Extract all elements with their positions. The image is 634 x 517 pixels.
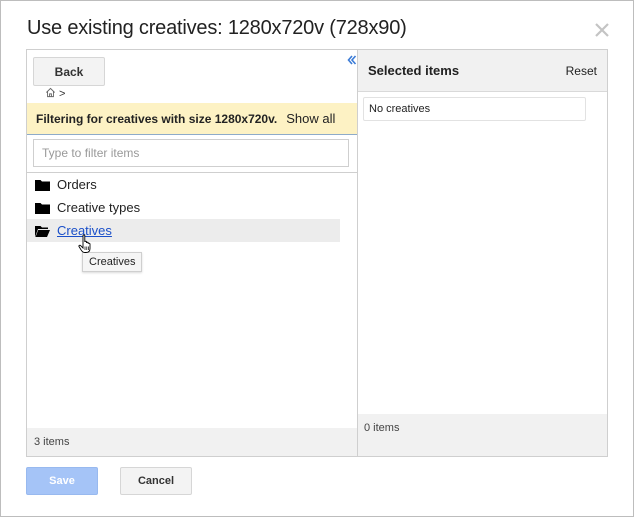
selected-pane: Selected items Reset No creatives 0 item…: [358, 50, 607, 456]
save-button[interactable]: Save: [26, 467, 98, 495]
selected-header: Selected items Reset: [358, 50, 607, 92]
picker-panel: Back > Filtering for creatives with size…: [26, 49, 608, 457]
home-icon[interactable]: [45, 87, 56, 101]
hand-cursor-icon: [78, 234, 94, 254]
filter-message: Filtering for creatives with size 1280x7…: [36, 111, 278, 126]
tree-item-label: Orders: [57, 177, 97, 192]
breadcrumb-separator: >: [59, 88, 66, 100]
dialog-title: Use existing creatives: 1280x720v (728x9…: [27, 17, 407, 39]
folder-open-icon: [35, 225, 50, 237]
selected-items-title: Selected items: [368, 63, 460, 78]
folder-icon: [35, 202, 50, 214]
filter-input[interactable]: [33, 139, 349, 167]
empty-selection-message: No creatives: [363, 97, 586, 121]
close-icon[interactable]: [591, 19, 613, 41]
cancel-button[interactable]: Cancel: [120, 467, 192, 495]
reset-link[interactable]: Reset: [566, 64, 597, 78]
collapse-left-icon[interactable]: [347, 52, 357, 65]
browse-pane: Back > Filtering for creatives with size…: [27, 50, 358, 456]
folder-icon: [35, 179, 50, 191]
breadcrumb: >: [45, 87, 65, 101]
tree-item-orders[interactable]: Orders: [27, 173, 340, 196]
left-item-count: 3 items: [27, 428, 357, 456]
right-item-count: 0 items: [358, 414, 607, 456]
back-button[interactable]: Back: [33, 57, 105, 86]
tree-item-creatives[interactable]: Creatives: [27, 219, 340, 242]
tooltip: Creatives: [82, 252, 143, 272]
tree-item-label: Creative types: [57, 200, 141, 215]
show-all-link[interactable]: Show all: [286, 111, 335, 126]
filter-notice: Filtering for creatives with size 1280x7…: [27, 103, 357, 135]
tree-item-creative-types[interactable]: Creative types: [27, 196, 340, 219]
